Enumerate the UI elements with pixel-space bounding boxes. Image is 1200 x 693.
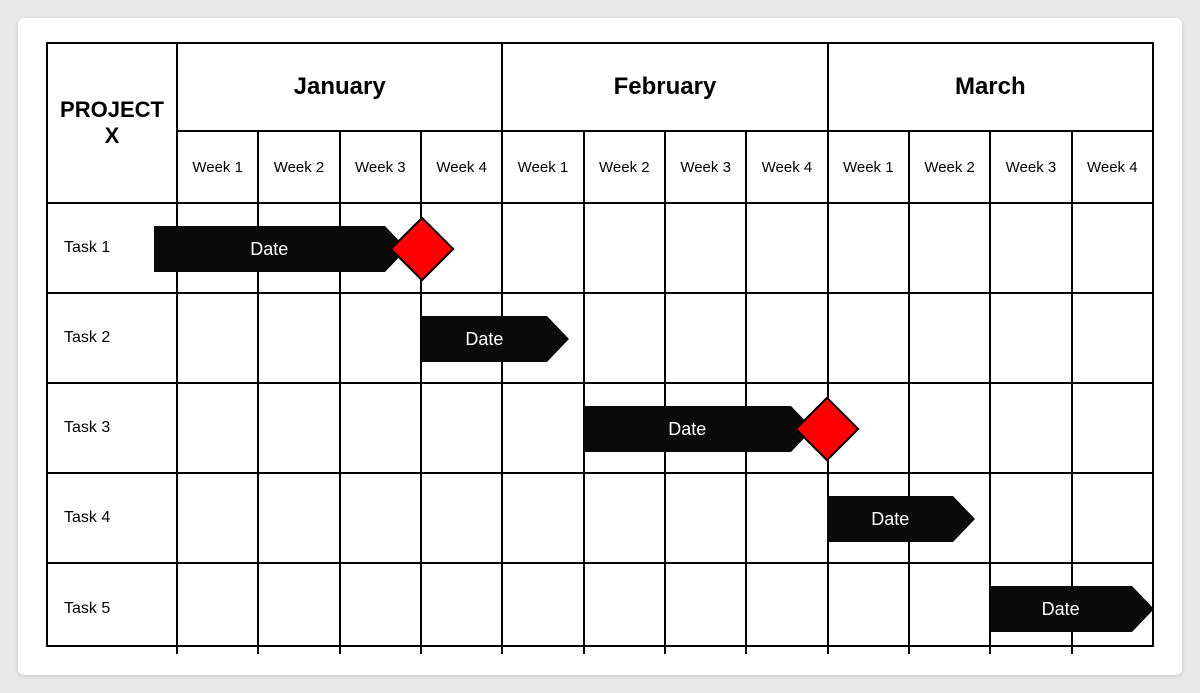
header-months-row: PROJECT X January February March Week 1 … — [48, 44, 1152, 204]
bar-label: Date — [250, 239, 288, 260]
gantt-bar: Date — [422, 316, 548, 362]
table-row: Task 2 Date — [48, 294, 1152, 384]
week-cell: Week 4 — [420, 132, 501, 204]
task-timeline: Date — [178, 204, 1152, 294]
week-cell: Week 2 — [583, 132, 664, 204]
week-cell: Week 1 — [827, 132, 908, 204]
task-timeline: Date — [178, 474, 1152, 564]
task-label: Task 3 — [48, 384, 178, 474]
month-february: February — [501, 44, 826, 132]
week-cell: Week 3 — [339, 132, 420, 204]
gantt-bar: Date — [827, 496, 953, 542]
table-row: Task 4 Date — [48, 474, 1152, 564]
gantt-bar: Date — [990, 586, 1132, 632]
bar-label: Date — [871, 509, 909, 530]
gantt-grid: PROJECT X January February March Week 1 … — [46, 42, 1154, 647]
gantt-bar: Date — [584, 406, 791, 452]
week-cell: Week 3 — [989, 132, 1070, 204]
week-cell: Week 1 — [178, 132, 257, 204]
gantt-body: Task 1 Date Task 2 — [48, 204, 1152, 654]
task-timeline: Date — [178, 564, 1152, 654]
bar-label: Date — [668, 419, 706, 440]
bar-label: Date — [1042, 599, 1080, 620]
month-january: January — [178, 44, 501, 132]
week-cell: Week 3 — [664, 132, 745, 204]
page: PROJECT X January February March Week 1 … — [0, 0, 1200, 693]
table-row: Task 5 Date — [48, 564, 1152, 654]
months-header: January February March — [178, 44, 1152, 132]
task-label: Task 5 — [48, 564, 178, 654]
month-march: March — [827, 44, 1152, 132]
task-timeline: Date — [178, 294, 1152, 384]
week-cell: Week 1 — [501, 132, 582, 204]
project-title: PROJECT X — [48, 44, 178, 204]
task-label: Task 4 — [48, 474, 178, 564]
gantt-bar: Date — [154, 226, 385, 272]
bar-label: Date — [465, 329, 503, 350]
chart-card: PROJECT X January February March Week 1 … — [18, 18, 1182, 675]
task-label: Task 2 — [48, 294, 178, 384]
week-cell: Week 2 — [908, 132, 989, 204]
table-row: Task 1 Date — [48, 204, 1152, 294]
week-cell: Week 4 — [745, 132, 826, 204]
week-cell: Week 2 — [257, 132, 338, 204]
weeks-header: Week 1 Week 2 Week 3 Week 4 Week 1 Week … — [178, 132, 1152, 204]
week-cell: Week 4 — [1071, 132, 1152, 204]
task-timeline: Date — [178, 384, 1152, 474]
table-row: Task 3 Date — [48, 384, 1152, 474]
